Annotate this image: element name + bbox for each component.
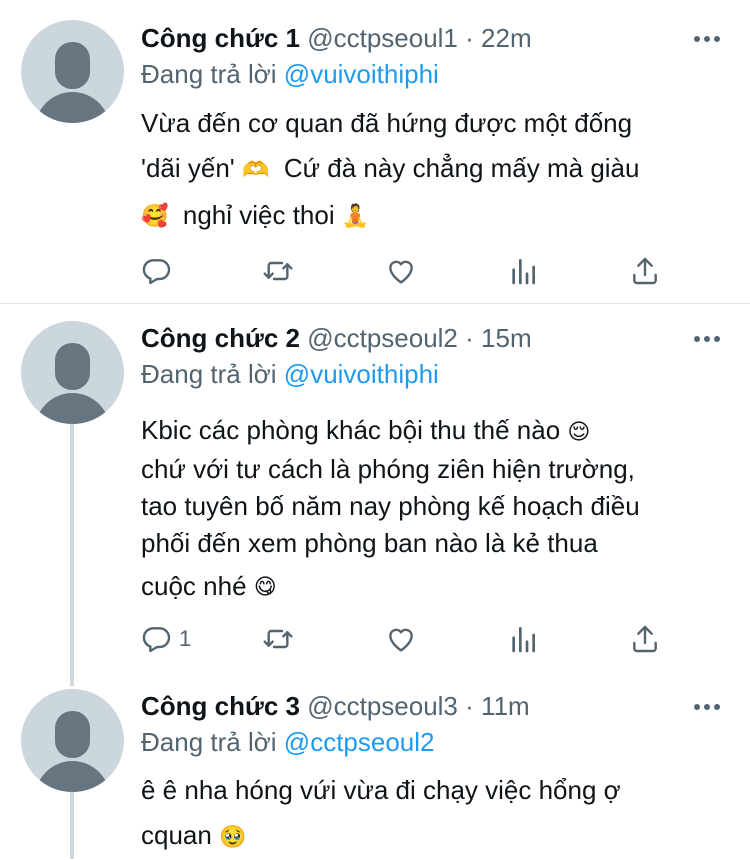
tweet-text: Kbic các phòng khác bội thu thế nào 😌 ch… [141,412,721,606]
avatar-icon [55,343,90,390]
display-name[interactable]: Công chức 1 [141,23,300,53]
retweet-icon [263,629,293,649]
more-icon[interactable] [694,336,720,344]
tweet-text-line: Kbic các phòng khác bội thu thế nào [141,415,561,445]
replying-to-label: Đang trả lời [141,359,277,389]
tweet-text: Vừa đến cơ quan đã hứng được một đống 'd… [141,101,721,239]
user-handle[interactable]: @cctpseoul3 [307,691,458,721]
meditation-emoji: 🧘 [341,204,370,230]
analytics-icon [512,627,535,653]
reply-count: 1 [179,626,192,651]
replying-to: Đang trả lời @cctpseoul2 [141,726,435,758]
tweet-text-line: nghỉ việc thoi [182,199,335,230]
yum-face-emoji: 😋 [253,575,277,601]
tweet-text-line: Vừa đến cơ quan đã hứng được một đống [141,108,633,138]
tweet-text-line: chứ với tư cách là phóng ziên hiện trườn… [141,453,635,484]
retweet-button[interactable] [262,621,294,657]
like-icon [389,260,413,284]
separator: · [465,23,474,53]
heart-hands-emoji: 🫶 [242,157,270,183]
reply-icon [142,627,171,653]
holding-back-tears-emoji: 🥹 [219,824,247,850]
tweet-3[interactable]: Công chức 3 @cctpseoul3 · 11m Đang trả l… [0,674,750,859]
display-name[interactable]: Công chức 3 [141,691,300,721]
share-icon [633,625,657,653]
replying-to-label: Đang trả lời [141,59,277,89]
tweet-1[interactable]: Công chức 1 @cctpseoul1 · 22m Đang trả l… [0,0,750,303]
reply-icon [142,259,171,285]
mention-link[interactable]: @vuivoithiphi [284,59,439,89]
separator: · [465,691,474,721]
tweet-text-line: ê ê nha hóng vứi vừa đi chạy việc hổng ợ [141,775,621,805]
analytics-button[interactable] [507,621,539,657]
user-handle[interactable]: @cctpseoul2 [307,323,458,353]
smiling-hearts-emoji: 🥰 [141,204,169,230]
avatar[interactable] [21,20,124,123]
tweet-text-line: tao tuyên bố năm nay phòng kế hoạch điều [141,490,640,521]
tweet-actions [141,253,671,289]
tweet-text-line: 'dãi yến' [141,153,235,183]
tweet-2[interactable]: Công chức 2 @cctpseoul2 · 15m Đang trả l… [0,304,750,674]
tweet-header: Công chức 2 @cctpseoul2 · 15m [141,322,532,354]
separator: · [465,323,474,353]
tweet-header: Công chức 1 @cctpseoul1 · 22m [141,22,532,54]
tweet-text-line: cquan [141,820,212,850]
tweet-header: Công chức 3 @cctpseoul3 · 11m [141,690,530,722]
retweet-button[interactable] [262,253,294,289]
mention-link[interactable]: @cctpseoul2 [284,727,435,757]
share-icon [633,257,657,285]
more-icon[interactable] [694,36,720,44]
tweet-text: ê ê nha hóng vứi vừa đi chạy việc hổng ợ… [141,768,721,860]
like-button[interactable] [385,253,417,289]
analytics-icon [512,259,535,285]
more-icon[interactable] [694,704,720,712]
tweet-text-line: phối đến xem phòng ban nào là kẻ thua [141,527,598,558]
like-button[interactable] [385,621,417,657]
analytics-button[interactable] [507,253,539,289]
avatar-icon [55,711,90,758]
like-icon [389,628,413,652]
replying-to: Đang trả lời @vuivoithiphi [141,358,439,390]
timestamp[interactable]: 15m [481,323,532,353]
reply-button[interactable] [141,253,179,289]
share-button[interactable] [629,253,661,289]
avatar-icon [55,42,90,89]
avatar[interactable] [21,321,124,424]
timestamp[interactable]: 22m [481,23,532,53]
reply-button[interactable]: 1 [141,621,191,657]
share-button[interactable] [629,621,661,657]
replying-to-label: Đang trả lời [141,727,277,757]
display-name[interactable]: Công chức 2 [141,323,300,353]
retweet-icon [263,261,293,281]
avatar[interactable] [21,689,124,792]
replying-to: Đang trả lời @vuivoithiphi [141,58,439,90]
mention-link[interactable]: @vuivoithiphi [284,359,439,389]
tweet-actions: 1 [141,621,671,657]
tweet-text-line: Cứ đà này chẳng mấy mà giàu [283,153,640,183]
tweet-text-line: cuộc nhé [141,570,247,601]
relieved-face-emoji: 😌 [567,419,591,445]
timestamp[interactable]: 11m [481,691,530,721]
user-handle[interactable]: @cctpseoul1 [307,23,458,53]
